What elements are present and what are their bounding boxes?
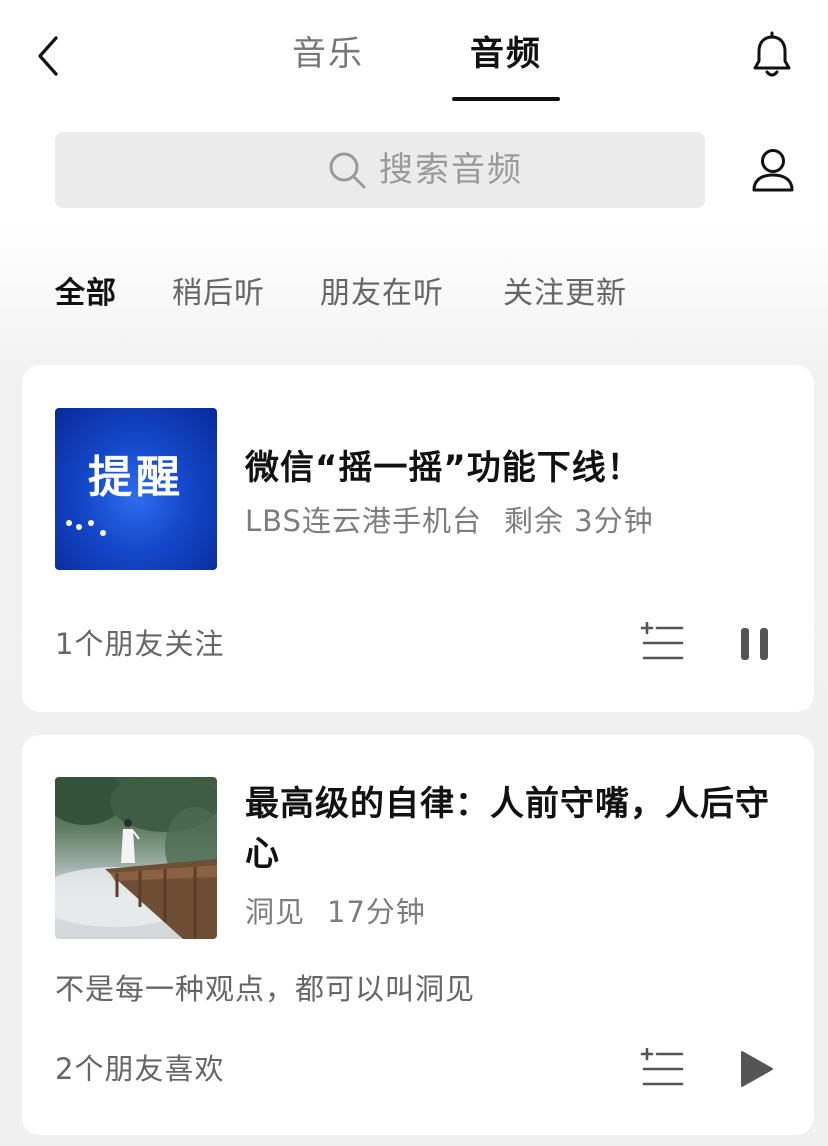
add-to-playlist-button[interactable]	[640, 1047, 686, 1090]
cover-photo-image	[55, 777, 217, 939]
tab-music[interactable]: 音乐	[292, 30, 364, 78]
pause-button[interactable]	[736, 624, 776, 664]
pause-icon	[741, 628, 768, 660]
dots-decoration-icon	[66, 520, 106, 536]
audio-cover	[55, 777, 217, 939]
add-to-playlist-button[interactable]	[640, 621, 686, 664]
profile-button[interactable]	[748, 146, 798, 196]
audio-title[interactable]: 微信“摇一摇”功能下线！	[245, 443, 785, 493]
filter-tab-friends-listening[interactable]: 朋友在听	[320, 272, 444, 316]
playlist-add-icon	[640, 1047, 684, 1086]
filter-tab-listen-later[interactable]: 稍后听	[172, 272, 265, 316]
notifications-button[interactable]	[748, 30, 796, 80]
cover-title: 提醒	[88, 452, 184, 503]
search-input[interactable]: 搜索音频	[55, 132, 705, 208]
social-info: 1个朋友关注	[55, 627, 225, 661]
audio-cover: 提醒	[55, 408, 217, 570]
audio-description: 不是每一种观点，都可以叫洞见	[55, 972, 476, 1006]
back-button[interactable]	[30, 32, 70, 80]
user-icon	[752, 149, 794, 192]
chevron-left-icon	[38, 36, 58, 76]
audio-duration: 剩余 3分钟	[503, 504, 654, 538]
audio-card[interactable]: 提醒 微信“摇一摇”功能下线！ LBS连云港手机台 剩余 3分钟 1个朋友关注	[22, 365, 814, 712]
filter-tab-followed-updates[interactable]: 关注更新	[503, 272, 627, 316]
play-button[interactable]	[736, 1049, 776, 1089]
playlist-add-icon	[640, 621, 684, 660]
active-tab-indicator	[452, 97, 560, 101]
social-info: 2个朋友喜欢	[55, 1052, 225, 1086]
audio-source[interactable]: LBS连云港手机台	[245, 504, 482, 538]
audio-card[interactable]: 最高级的自律：人前守嘴，人后守心 洞见 17分钟 不是每一种观点，都可以叫洞见 2…	[22, 735, 814, 1135]
filter-tab-all[interactable]: 全部	[55, 272, 117, 316]
audio-source[interactable]: 洞见	[245, 895, 305, 929]
bell-icon	[753, 31, 791, 77]
tab-audio[interactable]: 音频	[470, 30, 542, 78]
audio-meta: 洞见 17分钟	[245, 892, 426, 932]
audio-duration: 17分钟	[327, 895, 426, 929]
search-icon	[329, 152, 366, 189]
top-nav-bar: 音乐 音频	[0, 0, 828, 110]
audio-meta: LBS连云港手机台 剩余 3分钟	[245, 501, 654, 541]
search-placeholder: 搜索音频	[379, 150, 523, 190]
audio-title[interactable]: 最高级的自律：人前守嘴，人后守心	[245, 779, 785, 879]
play-icon	[741, 1051, 773, 1087]
